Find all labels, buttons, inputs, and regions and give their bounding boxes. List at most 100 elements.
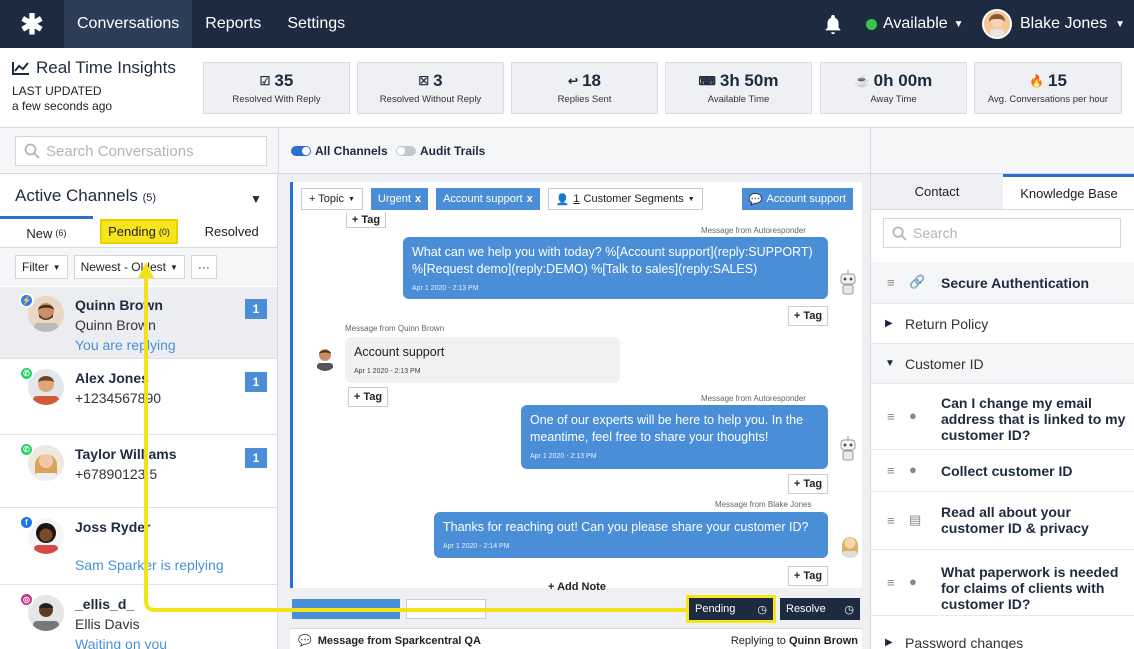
add-tag-button[interactable]: + Tag <box>346 212 386 228</box>
robot-icon <box>840 436 856 461</box>
add-tag-button[interactable]: + Tag <box>788 566 828 586</box>
tab-new[interactable]: New (6) <box>0 216 93 247</box>
nav-tab-conversations[interactable]: Conversations <box>64 0 193 48</box>
tab-knowledge-base[interactable]: Knowledge Base <box>1003 174 1134 209</box>
stat-label: Replies Sent <box>557 94 612 105</box>
composer-mode-button[interactable] <box>292 599 400 619</box>
contact-name: Alex Jones <box>75 370 149 386</box>
kb-section-text: Customer ID <box>905 356 984 372</box>
topic-chip-urgent[interactable]: Urgent x <box>370 188 429 210</box>
drag-handle-icon[interactable]: ≡ <box>887 463 895 478</box>
chevron-down-icon: ▼ <box>347 195 355 203</box>
speech-bubble-icon: ● <box>909 574 917 589</box>
team-button[interactable]: 💬 Account support <box>741 188 853 210</box>
tab-label: Resolved <box>204 224 259 239</box>
message-time: Apr 1 2020 - 2:13 PM <box>530 453 597 460</box>
search-conversations-input[interactable]: Search Conversations <box>15 136 267 166</box>
pending-button[interactable]: Pending ◷ <box>689 598 773 620</box>
clock-icon: ◷ <box>757 603 767 616</box>
close-icon[interactable]: x <box>415 193 421 205</box>
drag-handle-icon[interactable]: ≡ <box>887 575 895 590</box>
conversation-item[interactable]: ⚡ Quinn Brown Quinn Brown You are replyi… <box>0 287 277 359</box>
nav-tab-reports[interactable]: Reports <box>192 0 274 48</box>
user-menu[interactable]: Blake Jones ▼ <box>982 0 1125 48</box>
conversation-item[interactable]: ✆ Taylor Williams +67890123.5 1 <box>0 436 277 508</box>
all-channels-toggle[interactable]: All Channels <box>291 144 388 158</box>
filter-dropdown[interactable]: Filter ▼ <box>15 255 68 279</box>
conversation-panel: + Topic ▼ Urgent x Account support x 👤 1 Cust… <box>290 182 862 593</box>
contact-name: Taylor Williams <box>75 446 177 462</box>
conversation-toolbar: + Topic ▼ Urgent x Account support x 👤 1 Cust… <box>293 182 862 216</box>
filter-label: Filter <box>22 260 49 274</box>
knowledge-base-pane: Contact Knowledge Base Search ≡ 🔗 Secure… <box>870 174 1134 649</box>
close-icon[interactable]: x <box>527 193 533 205</box>
composer-option-button[interactable] <box>406 599 486 619</box>
avatar <box>838 532 862 558</box>
chevron-down-icon[interactable]: ▼ <box>250 192 262 206</box>
avatar <box>313 345 337 371</box>
nav-tab-settings[interactable]: Settings <box>274 0 358 48</box>
clock-icon: ◷ <box>844 603 854 616</box>
conversation-item[interactable]: ◎ _ellis_d_ Ellis Davis Waiting on you <box>0 586 277 649</box>
audit-trails-toggle[interactable]: Audit Trails <box>396 144 485 158</box>
conversation-item[interactable]: f Joss Ryder Sam Sparker is replying <box>0 509 277 585</box>
resolve-button[interactable]: Resolve ◷ <box>780 598 860 620</box>
sort-dropdown[interactable]: Newest - Oldest ▼ <box>73 255 185 279</box>
kb-section-text: Password changes <box>905 635 1024 649</box>
divider <box>278 128 279 174</box>
kb-item[interactable]: ≡ ● Collect customer ID <box>871 450 1134 492</box>
add-tag-button[interactable]: + Tag <box>788 306 828 326</box>
tab-count: (6) <box>55 228 67 238</box>
chevron-down-icon: ▼ <box>885 358 895 369</box>
pending-highlight: Pending (0) <box>100 219 178 244</box>
stat-value: 35 <box>274 71 294 90</box>
stat-away-time: ☕ 0h 00m Away Time <box>820 62 967 114</box>
conversation-item[interactable]: ✆ Alex Jones +1234567890 1 <box>0 360 277 435</box>
availability-dropdown[interactable]: Available ▼ <box>866 0 964 48</box>
more-options-button[interactable]: ··· <box>190 255 217 279</box>
search-icon <box>892 226 907 241</box>
drag-handle-icon[interactable]: ≡ <box>887 513 895 528</box>
kb-item[interactable]: ≡ ▤ Read all about your customer ID & pr… <box>871 492 1134 550</box>
chip-label: Urgent <box>377 193 411 205</box>
insights-title: Real Time Insights <box>12 58 176 78</box>
contact-name: _ellis_d_ <box>75 596 135 612</box>
document-icon: ▤ <box>909 512 922 527</box>
drag-handle-icon[interactable]: ≡ <box>887 275 895 290</box>
stat-label: Available Time <box>707 94 770 105</box>
knowledge-search-input[interactable]: Search <box>883 218 1121 248</box>
bell-icon[interactable] <box>822 13 844 35</box>
search-placeholder: Search <box>913 225 958 241</box>
kb-section[interactable]: ▶ Password changes <box>871 626 1134 649</box>
add-note-button[interactable]: + Add Note <box>548 581 606 593</box>
availability-label: Available <box>883 15 948 32</box>
drag-handle-icon[interactable]: ≡ <box>887 409 895 424</box>
add-tag-button[interactable]: + Tag <box>348 387 388 407</box>
add-tag-button[interactable]: + Tag <box>788 474 828 494</box>
check-box-icon: ☒ <box>418 74 430 88</box>
app-logo[interactable]: ✱ <box>0 0 64 48</box>
kb-item[interactable]: ≡ ● What paperwork is needed for claims … <box>871 550 1134 616</box>
footer-from: Message from Sparkcentral QA <box>317 634 481 647</box>
topic-chip-account-support[interactable]: Account support x <box>436 188 540 210</box>
toggle-switch[interactable] <box>396 146 416 156</box>
tab-pending[interactable]: Pending (0) <box>92 216 186 247</box>
kb-item[interactable]: ≡ 🔗 Secure Authentication <box>871 262 1134 304</box>
kb-section[interactable]: ▼ Customer ID <box>871 344 1134 384</box>
kb-item[interactable]: ≡ ● Can I change my email address that i… <box>871 384 1134 450</box>
active-channels-header[interactable]: Active Channels (5) <box>15 186 156 206</box>
contact-sub: Quinn Brown <box>75 317 156 333</box>
kb-item-text: Secure Authentication <box>941 275 1090 291</box>
chevron-down-icon: ▼ <box>953 18 964 30</box>
stat-value: 18 <box>582 71 601 90</box>
contact-name: Quinn Brown <box>75 297 163 313</box>
check-square-icon: ☑ <box>259 74 271 88</box>
add-topic-button[interactable]: + Topic ▼ <box>301 188 363 210</box>
kb-section[interactable]: ▶ Return Policy <box>871 304 1134 344</box>
tab-label: New <box>26 225 53 241</box>
chevron-right-icon: ▶ <box>885 318 893 329</box>
toggle-switch[interactable] <box>291 146 311 156</box>
customer-segments-dropdown[interactable]: 👤 1 Customer Segments ▼ <box>547 188 703 210</box>
tab-resolved[interactable]: Resolved <box>185 216 277 247</box>
tab-contact[interactable]: Contact <box>871 174 1003 209</box>
